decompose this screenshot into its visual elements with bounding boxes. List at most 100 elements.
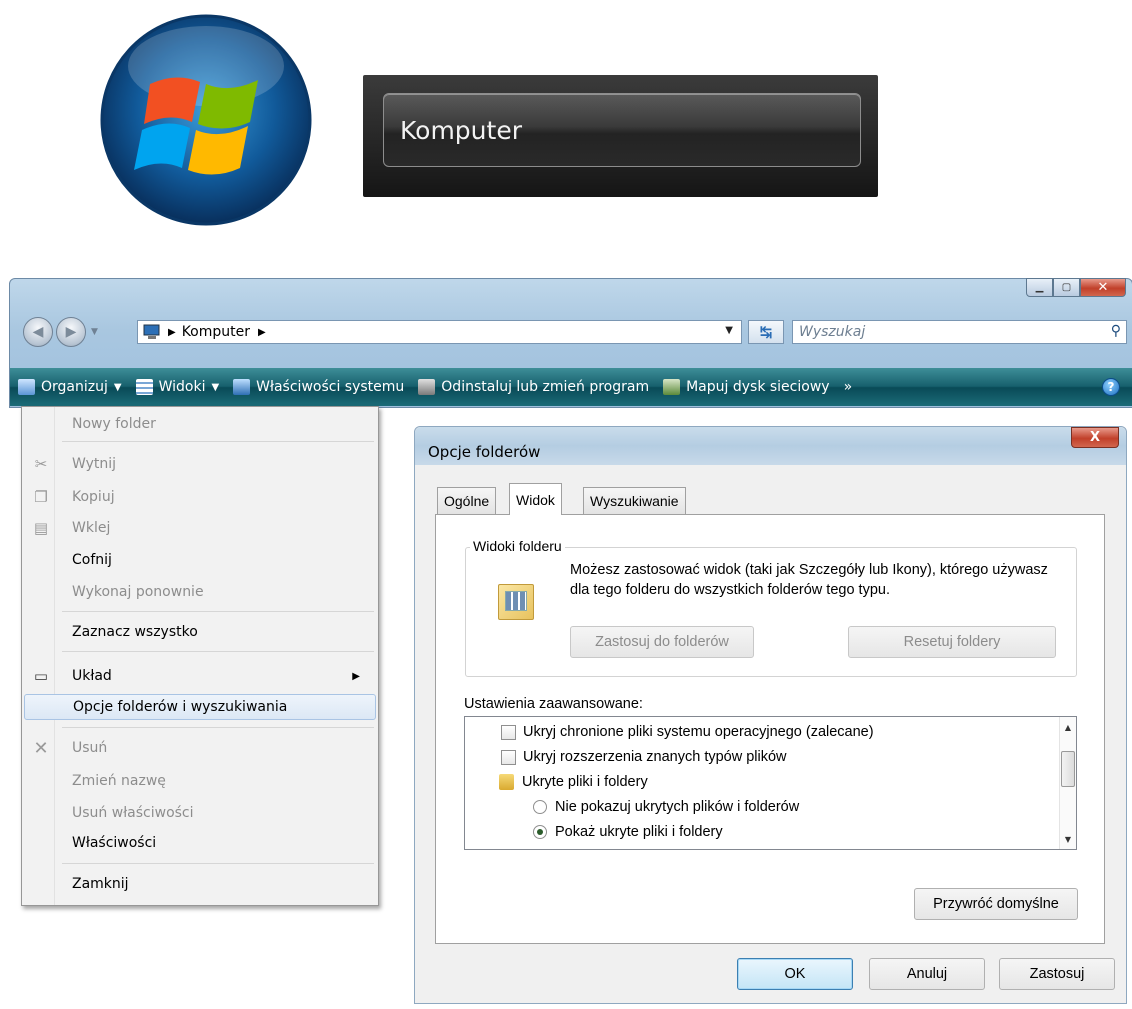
menu-item-cut[interactable]: ✂ Wytnij — [24, 451, 376, 477]
command-bar: Organizuj ▼ Widoki ▼ Właściwości systemu… — [10, 368, 1132, 406]
view-tab-panel: Widoki folderu Możesz zastosować widok (… — [435, 514, 1105, 944]
list-item-label: Ukryj chronione pliki systemu operacyjne… — [523, 724, 874, 740]
menu-item-folder-options[interactable]: Opcje folderów i wyszukiwania — [24, 694, 376, 720]
forward-button[interactable]: ▶ — [56, 317, 86, 347]
uninstall-program-button[interactable]: Odinstaluj lub zmień program — [418, 379, 649, 395]
views-button[interactable]: Widoki ▼ — [135, 379, 220, 395]
menu-item-redo[interactable]: Wykonaj ponownie — [24, 579, 376, 605]
organize-button[interactable]: Organizuj ▼ — [18, 379, 122, 395]
menu-item-select-all[interactable]: Zaznacz wszystko — [24, 619, 376, 645]
scrollbar-thumb[interactable] — [1061, 751, 1075, 787]
tab-view[interactable]: Widok — [509, 483, 562, 515]
banner-frame: Komputer — [383, 93, 861, 167]
address-bar[interactable]: ▶ Komputer ▶ ▼ — [137, 320, 742, 344]
back-button[interactable]: ◀ — [23, 317, 53, 347]
advanced-settings-list[interactable]: Ukryj chronione pliki systemu operacyjne… — [464, 716, 1077, 850]
menu-item-paste[interactable]: ▤ Wklej — [24, 515, 376, 541]
scroll-down-icon[interactable]: ▼ — [1060, 831, 1076, 847]
tab-search[interactable]: Wyszukiwanie — [583, 487, 686, 514]
apply-to-folders-button[interactable]: Zastosuj do folderów — [570, 626, 754, 658]
computer-icon — [143, 324, 160, 339]
history-dropdown-icon[interactable]: ▼ — [91, 327, 98, 337]
menu-item-label: Zamknij — [72, 876, 129, 892]
menu-item-label: Usuń — [72, 740, 108, 756]
menu-item-close[interactable]: Zamknij — [24, 871, 376, 897]
checkbox[interactable] — [501, 749, 516, 765]
search-placeholder: Wyszukaj — [799, 324, 866, 340]
windows-logo — [100, 14, 312, 226]
menu-item-label: Zmień nazwę — [72, 773, 166, 789]
more-commands-button[interactable]: » — [844, 379, 853, 395]
dialog-close-button[interactable]: X — [1071, 427, 1119, 448]
menu-item-properties[interactable]: Właściwości — [24, 830, 376, 856]
menu-item-remove-properties[interactable]: Usuń właściwości — [24, 800, 376, 826]
list-item[interactable]: Pokaż ukryte pliki i foldery — [533, 821, 723, 843]
menu-item-label: Kopiuj — [72, 489, 115, 505]
komputer-banner: Komputer — [363, 75, 878, 197]
scroll-up-icon[interactable]: ▲ — [1060, 719, 1076, 735]
list-item-label: Pokaż ukryte pliki i foldery — [555, 824, 723, 840]
organize-label: Organizuj — [41, 379, 108, 395]
menu-separator — [62, 651, 374, 652]
menu-item-new-folder[interactable]: Nowy folder — [24, 411, 376, 437]
close-button[interactable]: ✕ — [1080, 278, 1126, 297]
radio-button-selected[interactable] — [533, 825, 547, 839]
list-item-label: Nie pokazuj ukrytych plików i folderów — [555, 799, 800, 815]
menu-item-label: Wytnij — [72, 456, 117, 472]
menu-item-rename[interactable]: Zmień nazwę — [24, 768, 376, 794]
reset-folders-button[interactable]: Resetuj foldery — [848, 626, 1056, 658]
cancel-button[interactable]: Anuluj — [869, 958, 985, 990]
ok-button[interactable]: OK — [737, 958, 853, 990]
help-icon[interactable]: ? — [1102, 378, 1120, 396]
system-properties-icon — [233, 379, 251, 395]
uninstall-program-icon — [418, 379, 436, 395]
menu-item-label: Nowy folder — [72, 416, 156, 432]
paste-icon: ▤ — [33, 519, 49, 537]
search-input[interactable]: Wyszukaj ⚲ — [792, 320, 1127, 344]
dialog-title: Opcje folderów — [428, 443, 541, 461]
refresh-button[interactable]: ↹ — [748, 320, 784, 344]
radio-button[interactable] — [533, 800, 547, 814]
breadcrumb-arrow-icon[interactable]: ▶ — [168, 327, 176, 338]
uninstall-program-label: Odinstaluj lub zmień program — [441, 379, 650, 395]
restore-defaults-button[interactable]: Przywróć domyślne — [914, 888, 1078, 920]
chevron-down-icon: ▼ — [113, 381, 122, 393]
tab-general[interactable]: Ogólne — [437, 487, 497, 514]
list-item[interactable]: Ukryj chronione pliki systemu operacyjne… — [501, 721, 874, 743]
menu-separator — [62, 727, 374, 728]
breadcrumb-komputer[interactable]: Komputer — [182, 324, 250, 340]
vertical-scrollbar[interactable]: ▲ ▼ — [1059, 717, 1076, 849]
minimize-button[interactable]: ▁ — [1026, 278, 1053, 297]
menu-item-delete[interactable]: ✕ Usuń — [24, 735, 376, 761]
views-label: Widoki — [158, 379, 206, 395]
chevron-down-icon: ▼ — [211, 381, 220, 393]
breadcrumb-arrow-icon[interactable]: ▶ — [258, 327, 266, 338]
menu-item-label: Cofnij — [72, 552, 112, 568]
system-properties-button[interactable]: Właściwości systemu — [233, 379, 404, 395]
list-item: Ukryte pliki i foldery — [499, 771, 648, 793]
advanced-settings-label: Ustawienia zaawansowane: — [464, 696, 643, 712]
list-item[interactable]: Nie pokazuj ukrytych plików i folderów — [533, 796, 799, 818]
map-network-drive-button[interactable]: Mapuj dysk sieciowy — [663, 379, 830, 395]
dialog-title-bar: Opcje folderów X — [415, 427, 1126, 465]
menu-item-copy[interactable]: ❐ Kopiuj — [24, 484, 376, 510]
folder-icon — [499, 774, 514, 790]
menu-item-layout[interactable]: ▭ Układ ▶ — [24, 663, 376, 689]
checkbox[interactable] — [501, 724, 516, 740]
maximize-button[interactable]: ▢ — [1053, 278, 1080, 297]
banner-title: Komputer — [400, 116, 522, 145]
list-item[interactable]: Ukryj rozszerzenia znanych typów plików — [501, 746, 787, 768]
apply-button[interactable]: Zastosuj — [999, 958, 1115, 990]
address-dropdown-icon[interactable]: ▼ — [725, 325, 733, 336]
dialog-body: Ogólne Widok Wyszukiwanie Widoki folderu… — [423, 465, 1118, 997]
menu-item-undo[interactable]: Cofnij — [24, 547, 376, 573]
caption-buttons: ▁ ▢ ✕ — [1026, 278, 1126, 297]
menu-item-label: Układ — [72, 668, 112, 684]
organize-menu: Nowy folder ✂ Wytnij ❐ Kopiuj ▤ Wklej Co… — [21, 406, 379, 906]
cut-icon: ✂ — [34, 455, 48, 473]
close-icon: X — [1089, 430, 1101, 445]
folder-options-dialog: Opcje folderów X Ogólne Widok Wyszukiwan… — [414, 426, 1127, 1004]
search-icon[interactable]: ⚲ — [1111, 323, 1121, 339]
menu-item-label: Opcje folderów i wyszukiwania — [73, 699, 288, 715]
menu-item-label: Wklej — [72, 520, 111, 536]
